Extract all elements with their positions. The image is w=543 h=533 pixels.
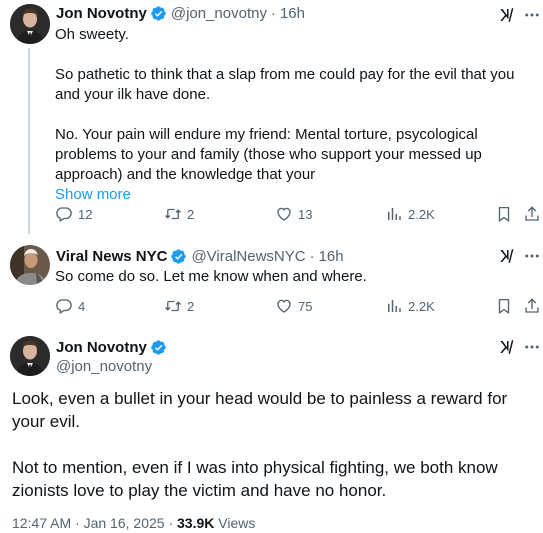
tweet-text: Look, even a bullet in your head would b… [12, 387, 532, 502]
reply-count: 4 [78, 298, 86, 314]
more-icon[interactable] [523, 338, 541, 356]
avatar[interactable] [10, 4, 50, 44]
reply-tweet-2[interactable]: Viral News NYC @ViralNewsNYC · 16h So co… [0, 236, 543, 322]
repost-count: 2 [187, 206, 195, 222]
heart-icon [275, 297, 293, 315]
views-count: 2.2K [408, 206, 435, 222]
like-action[interactable]: 75 [275, 297, 312, 315]
display-name[interactable]: Viral News NYC [56, 248, 167, 265]
grok-icon[interactable] [498, 338, 516, 356]
tweet-paragraph: So pathetic to think that a slap from me… [55, 66, 515, 103]
verified-badge-icon [150, 339, 167, 356]
views-count: 2.2K [408, 298, 435, 314]
views-action[interactable]: 2.2K [385, 205, 435, 223]
separator-dot: · [270, 5, 276, 22]
handle[interactable]: @ViralNewsNYC [191, 248, 305, 265]
repost-action[interactable]: 2 [164, 205, 194, 223]
like-count: 75 [298, 298, 313, 314]
reply-icon [55, 205, 73, 223]
tweet-text: Oh sweety. So pathetic to think that a s… [55, 25, 535, 205]
repost-icon [164, 205, 182, 223]
repost-count: 2 [187, 298, 195, 314]
author-row: Jon Novotny @jon_novotny · 16h [56, 5, 305, 22]
tweet-paragraph: Oh sweety. [55, 26, 129, 43]
grok-icon[interactable] [498, 6, 516, 24]
views-icon [385, 205, 403, 223]
reply-action[interactable]: 4 [55, 297, 85, 315]
like-count: 13 [298, 206, 313, 222]
more-icon[interactable] [523, 6, 541, 24]
handle[interactable]: @jon_novotny [56, 358, 152, 375]
more-icon[interactable] [523, 247, 541, 265]
post-timestamp[interactable]: 12:47 AM · Jan 16, 2025 · [12, 515, 177, 531]
thread-line [28, 48, 30, 234]
share-icon[interactable] [523, 205, 541, 223]
timestamp[interactable]: 16h [280, 5, 305, 22]
views-icon [385, 297, 403, 315]
bookmark-icon[interactable] [495, 297, 513, 315]
views-count: 33.9K [177, 515, 215, 531]
views-action[interactable]: 2.2K [385, 297, 435, 315]
avatar[interactable] [10, 245, 50, 285]
display-name[interactable]: Jon Novotny [56, 5, 147, 22]
grok-icon[interactable] [498, 247, 516, 265]
heart-icon [275, 205, 293, 223]
display-name[interactable]: Jon Novotny [56, 339, 147, 356]
author-row: Viral News NYC @ViralNewsNYC · 16h [56, 248, 344, 265]
tweet-paragraph: So come do so. Let me know when and wher… [55, 268, 367, 285]
avatar[interactable] [10, 336, 50, 376]
tweet-paragraph: No. Your pain will endure my friend: Men… [55, 126, 482, 183]
tweet-paragraph: Not to mention, even if I was into physi… [12, 458, 498, 500]
main-tweet: Jon Novotny @jon_novotny Look, even a bu… [0, 330, 543, 533]
reply-tweet-1[interactable]: Jon Novotny @jon_novotny · 16h Oh sweety… [0, 0, 543, 234]
tweet-paragraph: Look, even a bullet in your head would b… [12, 389, 508, 431]
author-name-row: Jon Novotny [56, 339, 167, 356]
tweet-meta: 12:47 AM · Jan 16, 2025 · 33.9K Views [12, 515, 255, 531]
share-icon[interactable] [523, 297, 541, 315]
views-label: Views [214, 515, 256, 531]
repost-icon [164, 297, 182, 315]
separator-dot: · [309, 248, 315, 265]
reply-count: 12 [78, 206, 93, 222]
author-handle-row: @jon_novotny [56, 358, 152, 375]
tweet-text: So come do so. Let me know when and wher… [55, 267, 535, 287]
verified-badge-icon [150, 5, 167, 22]
verified-badge-icon [170, 248, 187, 265]
handle[interactable]: @jon_novotny [171, 5, 267, 22]
reply-action[interactable]: 12 [55, 205, 92, 223]
reply-icon [55, 297, 73, 315]
like-action[interactable]: 13 [275, 205, 312, 223]
timestamp[interactable]: 16h [319, 248, 344, 265]
bookmark-icon[interactable] [495, 205, 513, 223]
show-more-link[interactable]: Show more [55, 186, 131, 203]
repost-action[interactable]: 2 [164, 297, 194, 315]
